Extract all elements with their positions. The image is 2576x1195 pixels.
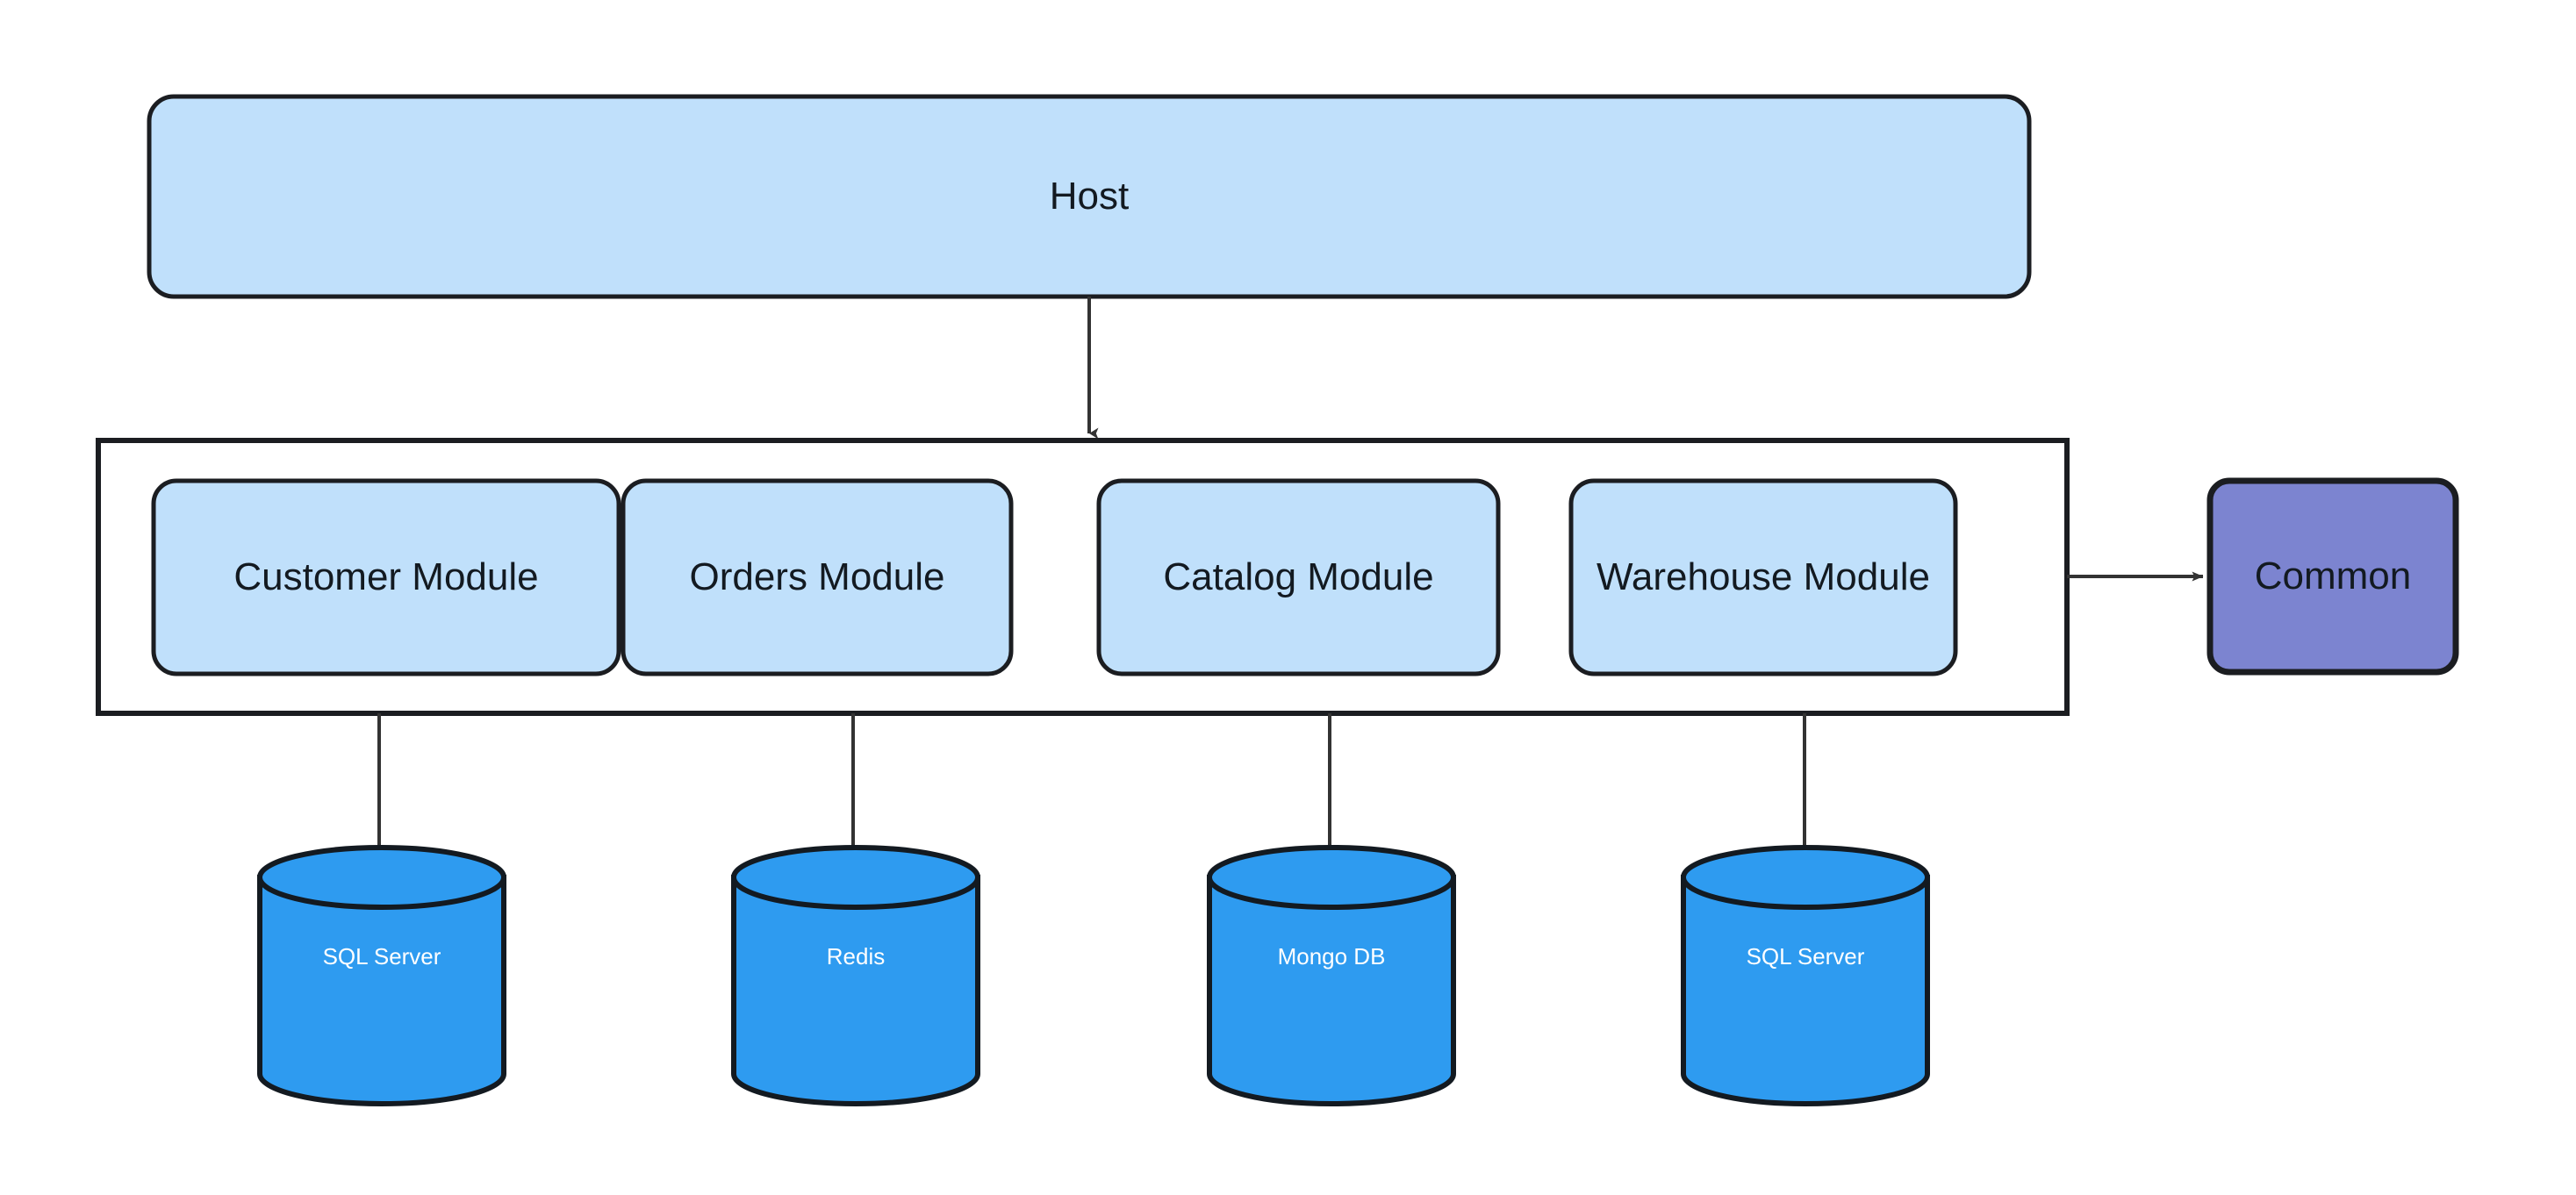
diagram-canvas: Host Customer Module Orders Module Catal… <box>0 0 2576 1195</box>
node-catalog-module[interactable] <box>1096 478 1501 676</box>
node-warehouse-module[interactable] <box>1568 478 1958 676</box>
node-orders-module[interactable] <box>621 478 1014 676</box>
node-common[interactable] <box>2206 477 2459 676</box>
node-database-3[interactable] <box>1207 845 1456 1106</box>
node-customer-module[interactable] <box>151 478 621 676</box>
node-host[interactable] <box>147 94 2032 299</box>
node-database-4[interactable] <box>1681 845 1930 1106</box>
node-database-2[interactable] <box>731 845 980 1106</box>
diagram-shapes-layer <box>96 94 2459 1106</box>
node-database-1[interactable] <box>257 845 506 1106</box>
